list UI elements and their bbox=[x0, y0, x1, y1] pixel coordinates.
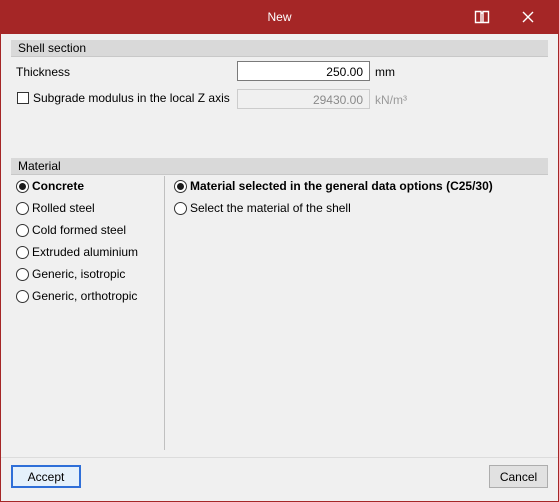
title-bar[interactable]: New bbox=[0, 0, 559, 34]
thickness-unit: mm bbox=[375, 65, 395, 79]
thickness-label: Thickness bbox=[16, 65, 71, 79]
shell-section-title: Shell section bbox=[18, 41, 87, 55]
radio-selected-icon bbox=[16, 179, 29, 193]
subgrade-checkbox[interactable] bbox=[17, 92, 29, 104]
subgrade-unit: kN/m³ bbox=[375, 93, 407, 107]
radio-icon bbox=[16, 267, 29, 281]
material-type-rolled-steel[interactable]: Rolled steel bbox=[16, 201, 95, 215]
material-type-label: Generic, isotropic bbox=[32, 267, 126, 281]
book-icon bbox=[474, 10, 490, 24]
material-type-extruded-aluminium[interactable]: Extruded aluminium bbox=[16, 245, 138, 259]
radio-icon bbox=[16, 201, 29, 215]
thickness-input[interactable]: 250.00 bbox=[237, 61, 370, 81]
material-type-cold-formed-steel[interactable]: Cold formed steel bbox=[16, 223, 126, 237]
footer-divider bbox=[1, 457, 558, 458]
material-type-label: Extruded aluminium bbox=[32, 245, 139, 259]
close-icon bbox=[522, 11, 534, 23]
material-option-select-shell[interactable]: Select the material of the shell bbox=[174, 201, 351, 215]
radio-icon bbox=[16, 289, 29, 303]
material-section-title: Material bbox=[18, 159, 61, 173]
cancel-button[interactable]: Cancel bbox=[489, 465, 548, 488]
material-option-label: Select the material of the shell bbox=[190, 201, 351, 215]
material-type-generic-orthotropic[interactable]: Generic, orthotropic bbox=[16, 289, 137, 303]
material-panel-divider bbox=[164, 176, 165, 450]
material-type-generic-isotropic[interactable]: Generic, isotropic bbox=[16, 267, 125, 281]
dialog-body: Shell section Thickness 250.00 mm Subgra… bbox=[1, 34, 558, 501]
material-option-label: Material selected in the general data op… bbox=[190, 179, 493, 193]
radio-icon bbox=[174, 201, 187, 215]
material-type-label: Generic, orthotropic bbox=[32, 289, 138, 303]
shell-section-header: Shell section bbox=[11, 40, 548, 57]
material-option-general-data[interactable]: Material selected in the general data op… bbox=[174, 179, 493, 193]
close-button[interactable] bbox=[508, 0, 548, 34]
dialog-window: New Shell section Thickness 250.00 mm Su… bbox=[0, 0, 559, 502]
material-type-label: Concrete bbox=[32, 179, 85, 193]
material-type-label: Rolled steel bbox=[32, 201, 95, 215]
radio-icon bbox=[16, 223, 29, 237]
radio-icon bbox=[16, 245, 29, 259]
help-button[interactable] bbox=[462, 0, 502, 34]
subgrade-input[interactable]: 29430.00 bbox=[237, 89, 370, 109]
subgrade-label: Subgrade modulus in the local Z axis bbox=[33, 91, 230, 105]
material-type-label: Cold formed steel bbox=[32, 223, 127, 237]
accept-button[interactable]: Accept bbox=[11, 465, 81, 488]
material-type-concrete[interactable]: Concrete bbox=[16, 179, 84, 193]
radio-selected-icon bbox=[174, 179, 187, 193]
material-section-header: Material bbox=[11, 158, 548, 175]
